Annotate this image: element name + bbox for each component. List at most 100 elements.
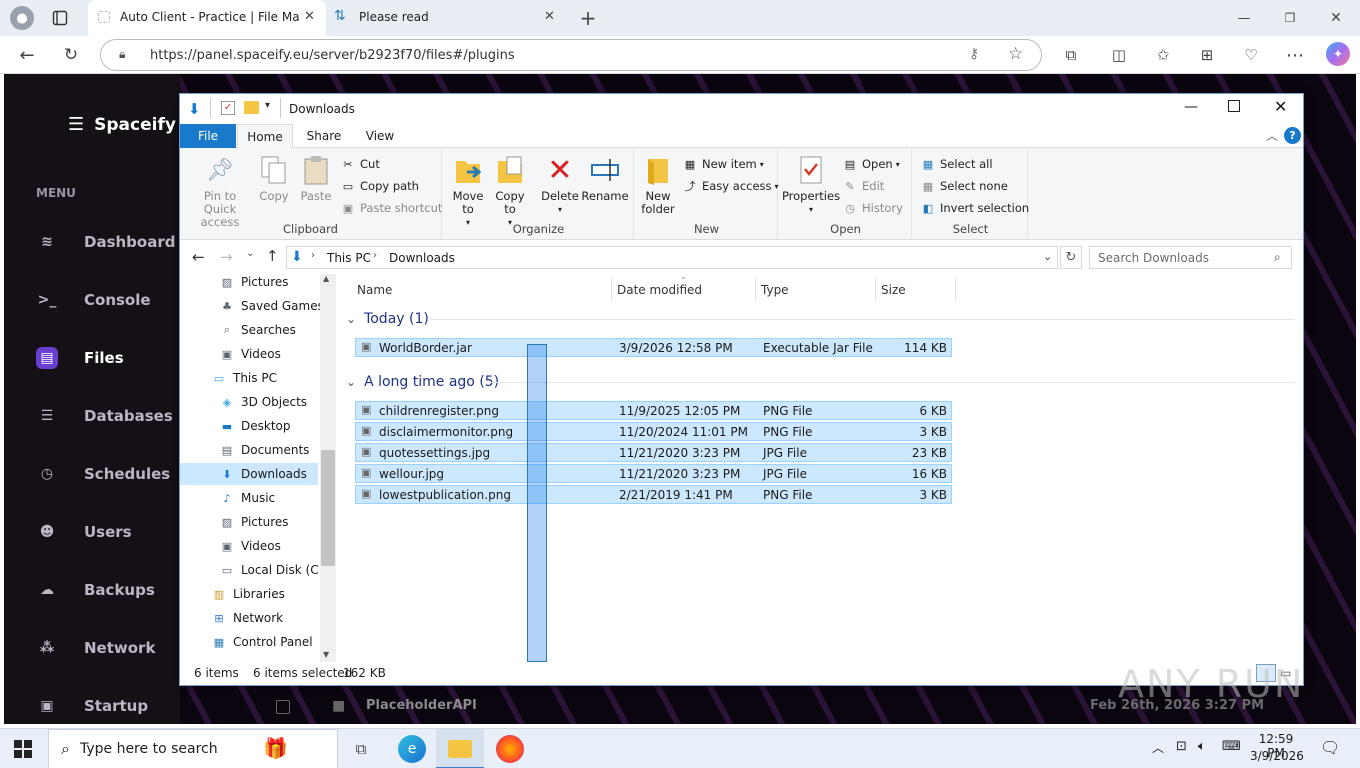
tab-file[interactable]: File xyxy=(180,124,236,148)
tab-please-read[interactable]: ⇅ Please read ✕ xyxy=(328,0,568,36)
nav-tree-item[interactable]: ⬇ Downloads xyxy=(180,463,318,485)
minimize-icon[interactable]: — xyxy=(1184,99,1198,115)
copy-path-button[interactable]: ▭ Copy path xyxy=(340,176,419,196)
navigation-scrollbar[interactable]: ▲ ▼ xyxy=(320,274,336,662)
password-key-icon[interactable]: ⚷ xyxy=(969,46,979,62)
column-size[interactable]: Size xyxy=(876,278,956,302)
nav-users[interactable]: ☻ Users xyxy=(36,515,132,549)
nav-tree-item[interactable]: ▭ This PC xyxy=(211,367,277,389)
tab-view[interactable]: View xyxy=(352,124,408,148)
copilot-icon[interactable]: ✦ xyxy=(1326,42,1350,66)
nav-tree-item[interactable]: ▣ Videos xyxy=(219,535,281,557)
nav-tree-item[interactable]: ▬ Desktop xyxy=(219,415,291,437)
file-row[interactable]: ▣ disclaimermonitor.png 11/20/2024 11:01 P… xyxy=(355,422,952,441)
clock-date[interactable]: 3/9/2026 xyxy=(1250,749,1304,763)
windows-start-icon[interactable] xyxy=(12,739,34,759)
collections-icon[interactable]: ⊞ xyxy=(1196,44,1218,66)
maximize-icon[interactable] xyxy=(1228,100,1240,112)
extensions-icon[interactable]: ⧉ xyxy=(1060,44,1082,66)
collapse-group-icon[interactable]: ⌄ xyxy=(346,375,356,389)
nav-files[interactable]: ▤ Files xyxy=(36,341,124,375)
group-header[interactable]: ⌄ A long time ago (5) xyxy=(346,371,499,393)
copy-to-button[interactable]: Copy to ▾ xyxy=(492,154,528,229)
edge-browser-icon[interactable]: e xyxy=(398,735,426,763)
nav-tree-item[interactable]: ▤ Documents xyxy=(219,439,310,461)
brand[interactable]: ☰ Spaceify xyxy=(68,114,176,135)
nav-backups[interactable]: ☁ Backups xyxy=(36,573,155,607)
column-name[interactable]: Name xyxy=(352,278,612,302)
show-hidden-icons-icon[interactable]: ︿ xyxy=(1152,739,1164,756)
properties-quick-icon[interactable]: ✓ xyxy=(221,101,235,115)
nav-tree-item[interactable]: ⌕ Searches xyxy=(219,319,296,341)
help-icon[interactable]: ? xyxy=(1284,127,1301,144)
new-folder-button[interactable]: New folder xyxy=(638,154,678,216)
pin-quick-access-button[interactable]: 📌︎ Pin to Quick access xyxy=(186,154,254,229)
minimize-window-icon[interactable]: — xyxy=(1234,8,1254,28)
back-icon[interactable]: ← xyxy=(16,44,38,66)
new-tab-icon[interactable]: + xyxy=(576,6,600,30)
volume-icon[interactable]: 🔈︎ xyxy=(1198,739,1206,754)
file-row[interactable]: ▣ childrenregister.png 11/9/2025 12:05 PM P… xyxy=(355,401,952,420)
nav-tree-item[interactable]: ▥ Libraries xyxy=(211,583,285,605)
file-row[interactable]: ▣ wellour.jpg 11/21/2020 3:23 PM JPG File 16… xyxy=(355,464,952,483)
firefox-icon[interactable] xyxy=(496,735,524,763)
copy-button[interactable]: Copy xyxy=(256,154,292,203)
delete-button[interactable]: ✕ Delete ▾ xyxy=(540,154,580,216)
edit-button[interactable]: ✎ Edit xyxy=(842,176,884,196)
select-none-button[interactable]: ▦ Select none xyxy=(920,176,1008,196)
language-icon[interactable]: ⌨ xyxy=(1222,739,1241,754)
file-row-checkbox[interactable] xyxy=(276,700,290,714)
breadcrumb-downloads[interactable]: Downloads xyxy=(389,251,455,265)
tab-share[interactable]: Share xyxy=(296,124,352,148)
quick-access-dropdown-icon[interactable]: ▾ xyxy=(265,100,270,111)
cut-button[interactable]: ✂ Cut xyxy=(340,154,379,174)
up-icon[interactable]: ↑ xyxy=(266,247,279,265)
nav-tree-item[interactable]: ▦ Control Panel xyxy=(211,631,313,653)
scroll-up-icon[interactable]: ▲ xyxy=(323,274,329,283)
nav-tree-item[interactable]: ▭ Local Disk (C:) xyxy=(219,559,328,581)
close-tab-icon[interactable]: ✕ xyxy=(544,9,555,24)
taskbar-search-box[interactable]: ⌕ Type here to search 🎁 xyxy=(48,729,338,768)
collapse-ribbon-icon[interactable]: ︿ xyxy=(1266,127,1278,144)
nav-tree-item[interactable]: ▨ Pictures xyxy=(219,511,289,533)
tab-home[interactable]: Home xyxy=(237,124,293,149)
file-row[interactable]: ▣ lowestpublication.png 2/21/2019 1:41 PM P… xyxy=(355,485,952,504)
easy-access-button[interactable]: ⤴ Easy access ▾ xyxy=(682,176,779,196)
column-date-modified[interactable]: Date modified ⌄ xyxy=(612,272,756,302)
nav-tree-item[interactable]: ▨ Pictures xyxy=(219,274,289,293)
file-explorer-taskbar-button[interactable] xyxy=(436,729,484,768)
task-view-icon[interactable]: ⧉ xyxy=(350,739,372,759)
new-item-button[interactable]: ▦ New item ▾ xyxy=(682,154,764,174)
rename-button[interactable]: Rename xyxy=(581,154,629,203)
close-window-icon[interactable]: ✕ xyxy=(1326,8,1346,28)
column-type[interactable]: Type xyxy=(756,278,876,302)
gifts-widget-icon[interactable]: 🎁 xyxy=(263,736,288,760)
refresh-icon[interactable]: ↻ xyxy=(60,44,82,66)
recent-locations-icon[interactable]: ⌄ xyxy=(246,248,254,259)
nav-tree-item[interactable]: ♪ Music xyxy=(219,487,275,509)
new-folder-quick-icon[interactable] xyxy=(244,101,259,114)
favorites-icon[interactable]: ✩ xyxy=(1152,44,1174,66)
address-dropdown-icon[interactable]: ⌄ xyxy=(1043,250,1052,263)
close-tab-icon[interactable]: ✕ xyxy=(304,9,315,24)
lock-icon[interactable]: 🔒︎ xyxy=(119,47,125,62)
favorite-star-icon[interactable]: ☆ xyxy=(1008,44,1023,64)
forward-icon[interactable]: → xyxy=(220,248,233,266)
paste-shortcut-button[interactable]: ▣ Paste shortcut xyxy=(340,198,443,218)
notifications-icon[interactable]: 🗨︎ xyxy=(1320,738,1340,757)
scroll-thumb[interactable] xyxy=(321,450,335,566)
nav-tree-item[interactable]: ⊞ Network xyxy=(211,607,283,629)
scroll-down-icon[interactable]: ▼ xyxy=(323,650,329,659)
more-options-icon[interactable]: ⋯ xyxy=(1284,44,1306,66)
file-row-name[interactable]: PlaceholderAPI xyxy=(366,698,477,713)
restore-window-icon[interactable]: ❐ xyxy=(1280,8,1300,28)
move-to-button[interactable]: Move to ▾ xyxy=(450,154,486,229)
invert-selection-button[interactable]: ◧ Invert selection xyxy=(920,198,1029,218)
history-button[interactable]: ◷ History xyxy=(842,198,903,218)
nav-startup[interactable]: ▣ Startup xyxy=(36,689,148,723)
collapse-group-icon[interactable]: ⌄ xyxy=(346,312,356,326)
nav-tree-item[interactable]: ◈ 3D Objects xyxy=(219,391,307,413)
browser-essentials-icon[interactable]: ♡ xyxy=(1240,44,1262,66)
address-path[interactable]: ⬇ › This PC › Downloads ⌄ xyxy=(286,246,1058,269)
tab-actions-icon[interactable] xyxy=(50,8,70,28)
